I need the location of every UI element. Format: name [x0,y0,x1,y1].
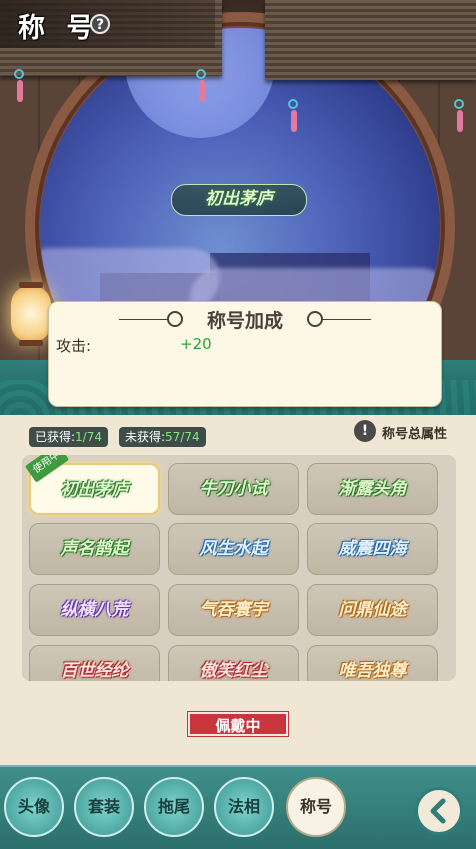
title-card[interactable]: 傲笑红尘 [168,645,299,681]
nav-dharma-form[interactable]: 法相 [214,777,274,837]
obtained-count-badge: 已获得:1/74 [29,427,108,447]
hanging-charm-icon [196,69,206,102]
title-name: 纵横八荒 [60,600,129,620]
unobtained-count-badge: 未获得:57/74 [119,427,206,447]
chevron-left-icon [430,798,446,824]
hanging-charm-icon [14,69,24,102]
title-card[interactable]: 渐露头角 [307,463,438,515]
title-card[interactable]: 唯吾独尊 [307,645,438,681]
lantern-icon [11,282,51,346]
page-title: 称 号 [18,13,100,44]
title-name: 百世经纶 [60,661,129,681]
title-name: 气吞寰宇 [199,600,268,620]
title-card[interactable]: 牛刀小试 [168,463,299,515]
unobtained-label: 未获得: [125,430,166,444]
wear-status-button[interactable]: 佩戴中 [188,712,288,736]
info-icon: ! [354,420,376,442]
title-name: 威震四海 [338,539,407,559]
bamboo-blind-right [265,0,476,80]
divider [321,319,371,320]
title-card[interactable]: 风生水起 [168,523,299,575]
title-card[interactable]: 气吞寰宇 [168,584,299,636]
unobtained-value: 57/74 [165,430,200,444]
nav-outfit[interactable]: 套装 [74,777,134,837]
title-card[interactable]: 问鼎仙途 [307,584,438,636]
title-name: 问鼎仙途 [338,600,407,620]
title-card[interactable]: 百世经纶 [29,645,160,681]
header: 称 号 ? [0,0,215,48]
title-name: 牛刀小试 [199,479,268,499]
bonus-title: 称号加成 [206,310,283,332]
nav-avatar[interactable]: 头像 [4,777,64,837]
title-card[interactable]: 纵横八荒 [29,584,160,636]
nav-trail[interactable]: 拖尾 [144,777,204,837]
bottom-nav: 头像 套装 拖尾 法相 称号 [0,765,476,849]
help-icon[interactable]: ? [90,14,110,34]
hanging-charm-icon [454,99,464,132]
total-attributes-label: 称号总属性 [382,427,448,442]
title-card[interactable]: 威震四海 [307,523,438,575]
obtained-label: 已获得: [35,430,76,444]
stat-label: 攻击: [56,337,92,355]
title-card[interactable]: 声名鹊起 [29,523,160,575]
title-name: 唯吾独尊 [338,661,407,681]
equipped-title-preview: 初出茅庐 [171,184,307,216]
hanging-charm-icon [288,99,298,132]
title-name: 傲笑红尘 [199,661,268,681]
title-name: 声名鹊起 [60,539,129,559]
title-bonus-panel: 称号加成 攻击: +20 [48,301,442,407]
back-button[interactable] [415,787,463,835]
obtained-value: 1/74 [75,430,102,444]
title-grid: 初出茅庐 使用中 牛刀小试 渐露头角 声名鹊起 风生水起 威震四海 纵横八荒 气… [22,455,456,681]
nav-title[interactable]: 称号 [286,777,346,837]
title-name: 风生水起 [199,539,268,559]
title-list-area: 已获得:1/74 未获得:57/74 ! 称号总属性 初出茅庐 使用中 牛刀小试… [0,415,476,765]
stat-value: +20 [180,335,212,353]
title-name: 渐露头角 [338,479,407,499]
title-card[interactable]: 初出茅庐 使用中 [24,455,160,515]
